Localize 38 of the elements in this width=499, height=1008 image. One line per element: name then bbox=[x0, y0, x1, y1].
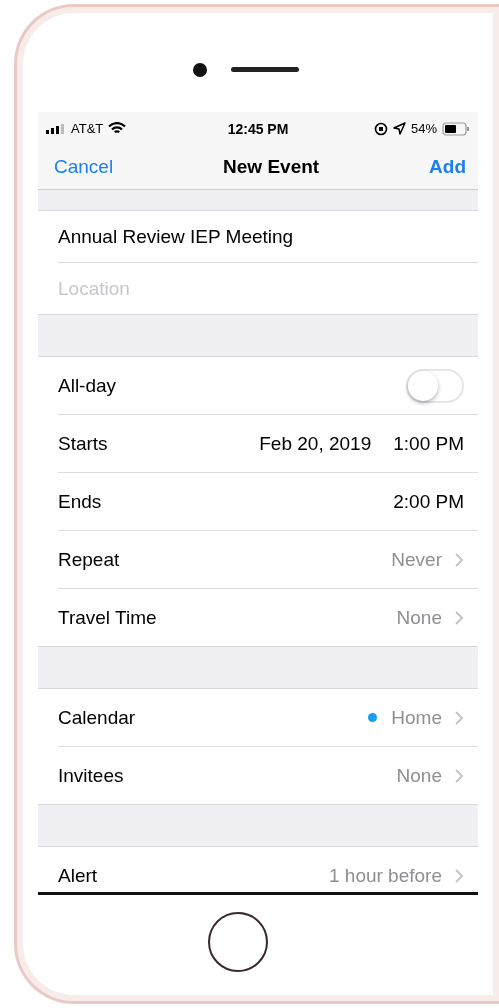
row-label: Repeat bbox=[58, 548, 120, 571]
chevron-right-icon bbox=[454, 609, 464, 626]
date-value[interactable]: Feb 20, 2019 bbox=[259, 432, 372, 455]
speaker-icon bbox=[231, 67, 299, 72]
row-label: Invitees bbox=[58, 764, 124, 787]
row-value[interactable]: None bbox=[396, 606, 442, 629]
camera-icon bbox=[193, 63, 207, 77]
chevron-right-icon bbox=[454, 767, 464, 784]
row-value[interactable]: 1 hour before bbox=[328, 864, 442, 887]
carrier-name: AT&T bbox=[71, 121, 104, 136]
chevron-right-icon bbox=[454, 867, 464, 884]
row-label: Travel Time bbox=[58, 606, 157, 629]
cancel-button[interactable]: Cancel bbox=[54, 156, 114, 178]
add-button[interactable]: Add bbox=[429, 156, 466, 178]
row-value[interactable]: Never bbox=[391, 548, 442, 571]
row-label: Starts bbox=[58, 432, 108, 455]
screen-title: New Event bbox=[223, 156, 320, 178]
location-arrow-icon bbox=[392, 122, 406, 135]
row-label: Ends bbox=[58, 490, 102, 513]
time-value[interactable]: 2:00 PM bbox=[393, 490, 464, 513]
row-value[interactable]: Home bbox=[391, 706, 442, 729]
battery-icon bbox=[442, 121, 470, 136]
location-field[interactable]: Location bbox=[58, 277, 464, 300]
title-field[interactable]: Annual Review IEP Meeting bbox=[58, 225, 464, 248]
signal-icon bbox=[46, 123, 66, 134]
row-value[interactable]: None bbox=[396, 764, 442, 787]
status-time: 12:45 PM bbox=[227, 120, 289, 137]
row-label: Calendar bbox=[58, 706, 136, 729]
home-button[interactable] bbox=[208, 912, 268, 972]
wifi-icon bbox=[108, 122, 127, 135]
chevron-right-icon bbox=[454, 709, 464, 726]
rotation-lock-icon bbox=[373, 121, 388, 136]
row-label: All-day bbox=[58, 374, 117, 397]
chevron-right-icon bbox=[454, 551, 464, 568]
row-label: Alert bbox=[58, 864, 98, 887]
toggle-switch[interactable] bbox=[406, 368, 464, 403]
time-value[interactable]: 1:00 PM bbox=[393, 432, 464, 455]
battery-percent: 54% bbox=[410, 121, 437, 136]
